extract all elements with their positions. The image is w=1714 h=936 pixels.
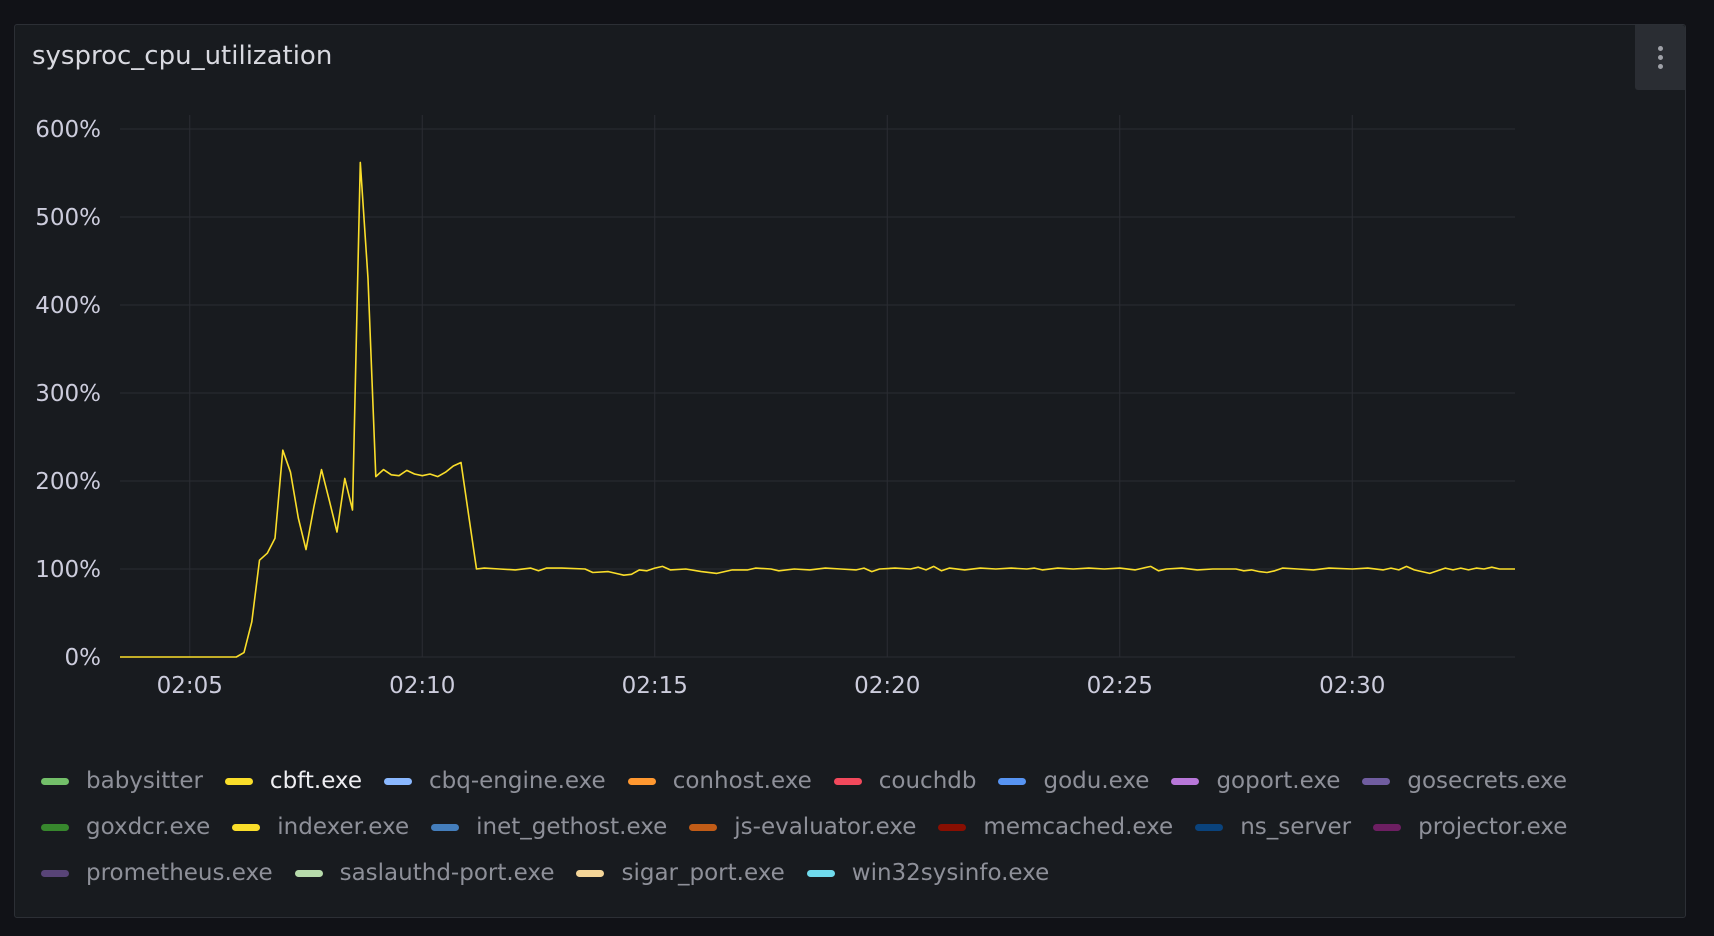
y-tick-label: 400%	[35, 293, 101, 319]
legend-swatch	[41, 777, 69, 785]
x-tick-label: 02:30	[1319, 673, 1385, 699]
legend-swatch	[1362, 777, 1391, 785]
y-axis-ticks: 0% 100% 200% 300% 400% 500% 600%	[35, 117, 101, 671]
legend-item[interactable]: prometheus.exe	[41, 857, 273, 889]
legend-swatch	[41, 823, 69, 831]
legend-swatch	[833, 777, 862, 785]
y-tick-label: 0%	[65, 645, 102, 671]
legend-item[interactable]: godu.exe	[998, 765, 1149, 797]
legend-swatch	[1195, 823, 1224, 831]
legend-item[interactable]: js-evaluator.exe	[689, 811, 916, 843]
legend-item[interactable]: gosecrets.exe	[1362, 765, 1567, 797]
x-tick-label: 02:25	[1087, 673, 1153, 699]
y-tick-label: 300%	[35, 381, 101, 407]
legend-label: godu.exe	[1043, 768, 1150, 794]
legend-swatch	[1171, 777, 1200, 785]
legend-item[interactable]: conhost.exe	[627, 765, 812, 797]
legend-item[interactable]: indexer.exe	[232, 811, 409, 843]
chart-panel: sysproc_cpu_utilization 0% 100% 200% 300% 40…	[14, 24, 1686, 918]
chart-series	[120, 161, 1515, 658]
legend-label: babysitter	[86, 768, 203, 794]
legend-label: saslauthd-port.exe	[339, 860, 555, 886]
legend-swatch	[938, 823, 967, 831]
x-tick-label: 02:05	[157, 673, 223, 699]
legend-swatch	[998, 777, 1027, 785]
legend-item[interactable]: sigar_port.exe	[576, 857, 785, 889]
legend-label: conhost.exe	[672, 768, 812, 794]
legend-item[interactable]: saslauthd-port.exe	[294, 857, 555, 889]
legend-swatch	[576, 869, 605, 877]
y-tick-label: 100%	[35, 557, 101, 583]
legend-item[interactable]: couchdb	[833, 765, 977, 797]
legend-label: inet_gethost.exe	[476, 814, 668, 840]
legend-label: cbq-engine.exe	[429, 768, 606, 794]
line-chart[interactable]: 0%100%200%300%400%500%600% 02:05 02:10 02:…	[15, 25, 1687, 725]
chart-legend: babysitter cbft.exe cbq-engine.exe conhost.…	[41, 765, 1661, 889]
legend-label: projector.exe	[1418, 814, 1568, 840]
legend-swatch	[294, 869, 323, 877]
legend-item[interactable]: goxdcr.exe	[41, 811, 210, 843]
legend-item[interactable]: ns_server	[1195, 811, 1351, 843]
legend-label: ns_server	[1240, 814, 1352, 840]
legend-item[interactable]: cbft.exe	[224, 765, 362, 797]
y-tick-label: 600%	[35, 117, 101, 143]
legend-swatch	[1373, 823, 1402, 831]
legend-label: js-evaluator.exe	[734, 814, 917, 840]
legend-item[interactable]: projector.exe	[1373, 811, 1567, 843]
legend-swatch	[431, 823, 460, 831]
legend-label: indexer.exe	[277, 814, 410, 840]
legend-item[interactable]: memcached.exe	[938, 811, 1173, 843]
legend-label: gosecrets.exe	[1407, 768, 1568, 794]
legend-swatch	[41, 869, 69, 877]
legend-swatch	[627, 777, 656, 785]
y-tick-label: 500%	[35, 205, 101, 231]
legend-label: cbft.exe	[269, 768, 362, 794]
x-axis-ticks: 02:05 02:10 02:15 02:20 02:25 02:30	[157, 673, 1386, 699]
x-tick-label: 02:20	[854, 673, 920, 699]
legend-label: goport.exe	[1216, 768, 1341, 794]
chart-grid	[120, 115, 1515, 658]
legend-label: sigar_port.exe	[621, 860, 785, 886]
legend-swatch	[232, 823, 261, 831]
series-line-cbft.exe[interactable]	[120, 161, 1515, 658]
legend-item[interactable]: cbq-engine.exe	[384, 765, 606, 797]
y-tick-label: 200%	[35, 469, 101, 495]
legend-swatch	[689, 823, 718, 831]
legend-swatch	[224, 777, 253, 785]
legend-label: couchdb	[878, 768, 977, 794]
legend-swatch	[384, 777, 412, 785]
legend-item[interactable]: babysitter	[41, 765, 203, 797]
legend-label: win32sysinfo.exe	[851, 860, 1050, 886]
legend-label: memcached.exe	[983, 814, 1174, 840]
legend-item[interactable]: inet_gethost.exe	[431, 811, 667, 843]
legend-swatch	[806, 869, 835, 877]
x-tick-label: 02:15	[622, 673, 688, 699]
legend-item[interactable]: goport.exe	[1171, 765, 1340, 797]
x-tick-label: 02:10	[389, 673, 455, 699]
legend-label: prometheus.exe	[86, 860, 273, 886]
legend-item[interactable]: win32sysinfo.exe	[806, 857, 1050, 889]
legend-label: goxdcr.exe	[86, 814, 211, 840]
